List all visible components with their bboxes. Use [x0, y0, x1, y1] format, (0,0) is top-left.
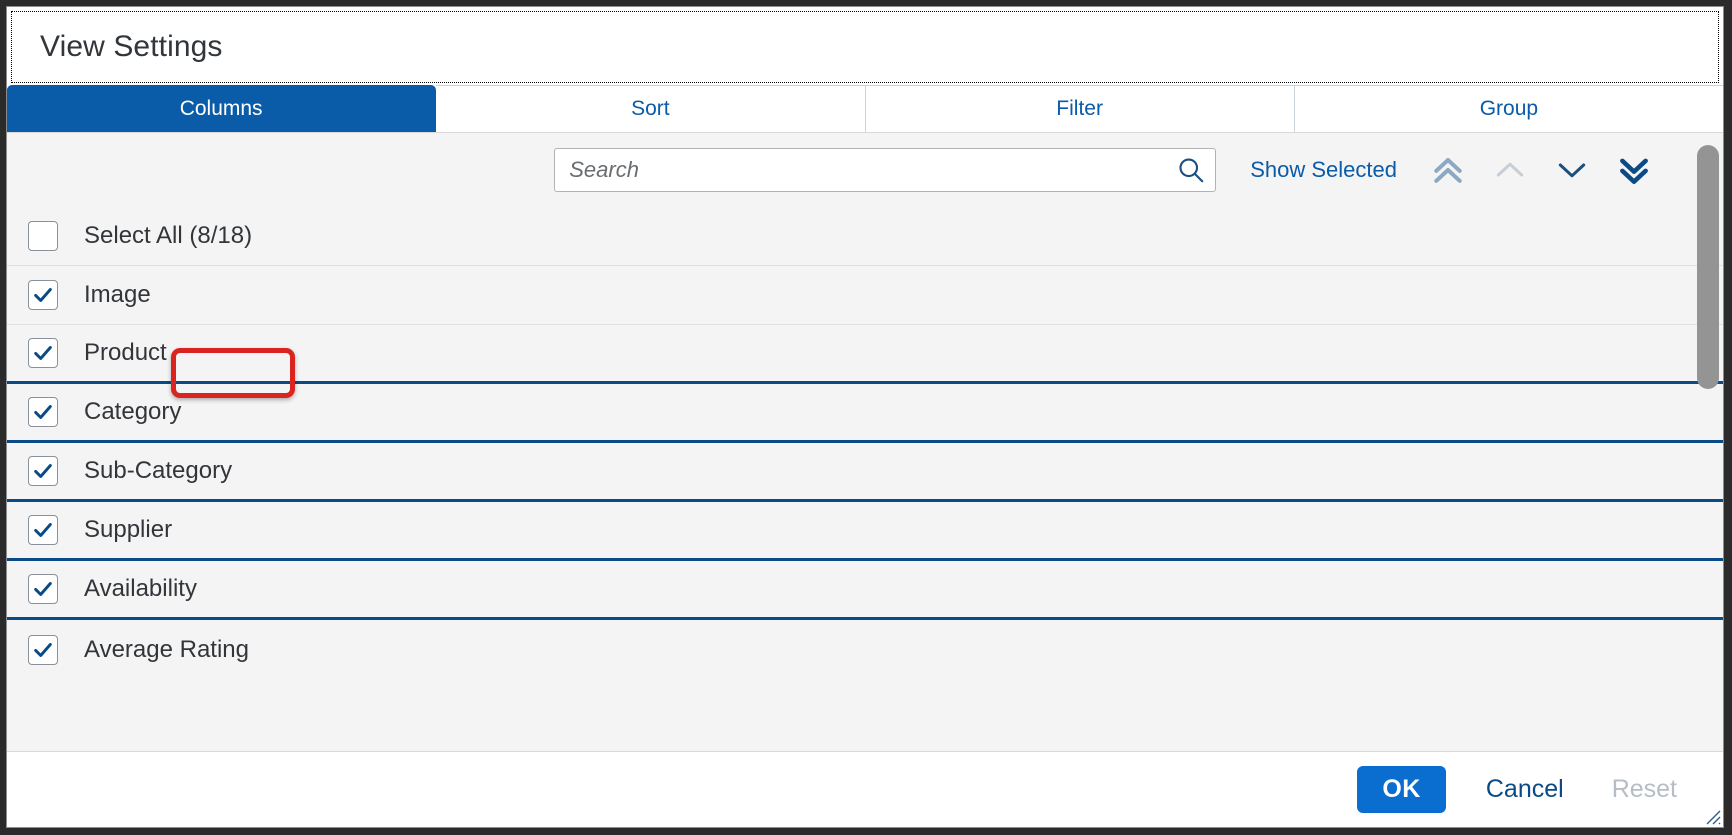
resize-handle-icon[interactable]: [1703, 807, 1721, 825]
list-item[interactable]: Sub-Category: [7, 443, 1723, 502]
dialog-footer: OK Cancel Reset: [7, 751, 1723, 827]
select-all-label: Select All (8/18): [84, 222, 253, 249]
search-field[interactable]: [554, 148, 1217, 192]
column-checkbox[interactable]: [28, 280, 58, 310]
column-checkbox[interactable]: [28, 456, 58, 486]
chevron-down-icon[interactable]: [1541, 144, 1603, 196]
vertical-scrollbar[interactable]: [1697, 135, 1719, 751]
columns-list: Select All (8/18) Image Product Category…: [7, 207, 1723, 679]
tab-filter-label: Filter: [1056, 97, 1103, 120]
tab-filter[interactable]: Filter: [865, 85, 1295, 132]
cancel-button[interactable]: Cancel: [1478, 766, 1572, 813]
tab-sort-label: Sort: [631, 97, 670, 120]
select-all-row[interactable]: Select All (8/18): [7, 207, 1723, 266]
reset-button: Reset: [1604, 766, 1685, 813]
view-settings-tabbar: Columns Sort Filter Group: [7, 85, 1723, 133]
show-selected-button[interactable]: Show Selected: [1250, 157, 1397, 183]
list-item[interactable]: Product: [7, 325, 1723, 384]
tab-sort[interactable]: Sort: [436, 85, 866, 132]
ok-button[interactable]: OK: [1357, 766, 1446, 813]
tab-group-label: Group: [1479, 97, 1539, 120]
column-checkbox[interactable]: [28, 338, 58, 368]
list-item-label: Product: [84, 339, 167, 366]
dialog-header: View Settings: [11, 11, 1719, 83]
list-item-label: Sub-Category: [84, 457, 233, 484]
tab-columns-label: Columns: [179, 97, 263, 120]
column-checkbox[interactable]: [28, 634, 58, 665]
double-chevron-down-icon[interactable]: [1603, 144, 1665, 196]
page-title: View Settings: [40, 30, 223, 63]
list-item[interactable]: Category: [7, 384, 1723, 443]
view-settings-dialog: View Settings Columns Sort Filter Group: [6, 6, 1724, 828]
tab-group[interactable]: Group: [1294, 85, 1723, 132]
tab-columns[interactable]: Columns: [7, 85, 437, 132]
list-item[interactable]: Supplier: [7, 502, 1723, 561]
list-item-label: Average Rating: [84, 635, 249, 663]
columns-panel: Show Selected: [7, 133, 1723, 751]
columns-toolbar: Show Selected: [7, 133, 1723, 207]
list-item[interactable]: Average Rating: [7, 620, 1723, 679]
scrollbar-thumb[interactable]: [1697, 145, 1719, 389]
list-item-label: Supplier: [84, 516, 173, 543]
chevron-up-icon[interactable]: [1479, 144, 1541, 196]
column-checkbox[interactable]: [28, 397, 58, 427]
search-input[interactable]: [555, 149, 1168, 191]
screenshot-root: View Settings Columns Sort Filter Group: [0, 0, 1732, 835]
column-checkbox[interactable]: [28, 515, 58, 545]
double-chevron-up-icon[interactable]: [1417, 144, 1479, 196]
list-item-label: Category: [84, 398, 182, 425]
list-item[interactable]: Availability: [7, 561, 1723, 620]
select-all-checkbox[interactable]: [28, 221, 58, 251]
list-item[interactable]: Image: [7, 266, 1723, 325]
list-item-label: Image: [84, 281, 151, 308]
list-item-label: Availability: [84, 575, 197, 602]
search-icon[interactable]: [1167, 149, 1215, 191]
column-checkbox[interactable]: [28, 574, 58, 604]
